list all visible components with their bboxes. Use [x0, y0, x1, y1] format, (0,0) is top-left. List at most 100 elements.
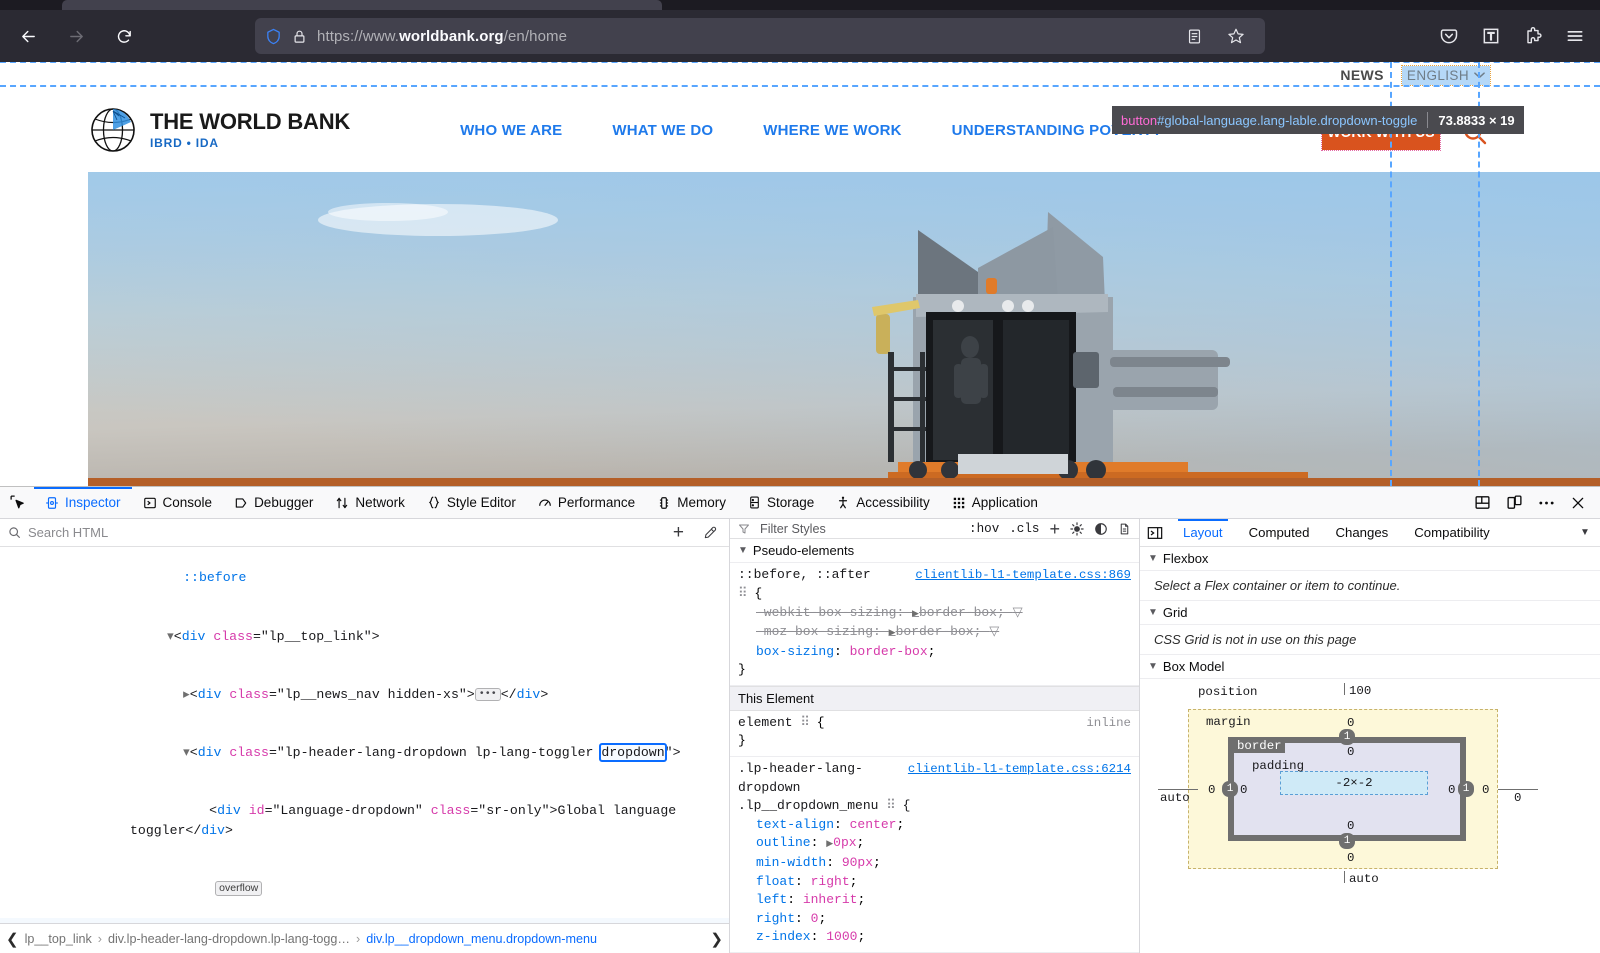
eyedropper-icon[interactable] [703, 526, 717, 540]
tab-storage[interactable]: Storage [737, 487, 825, 519]
add-node-button[interactable]: + [673, 523, 684, 542]
tab-memory[interactable]: Memory [646, 487, 737, 519]
rule-lp-dropdown-menu[interactable]: .lp-header-lang- clientlib-l1-template.c… [730, 757, 1139, 953]
cls-toggle-button[interactable]: .cls [1009, 522, 1039, 536]
hov-toggle-button[interactable]: :hov [969, 522, 999, 536]
tab-performance[interactable]: Performance [527, 487, 646, 519]
rule-selector[interactable]: ::before, ::after [738, 567, 871, 582]
declaration-box-sizing[interactable]: box-sizing: border-box; [738, 643, 1131, 662]
box-border-right[interactable]: 1 [1458, 781, 1474, 797]
back-button[interactable] [8, 16, 48, 56]
rule-selector-line2[interactable]: dropdown [738, 779, 1131, 798]
markup-line-sr-only[interactable]: <div id="Language-dropdown" class="sr-on… [0, 782, 729, 860]
declaration-float[interactable]: float: right; [738, 873, 1131, 892]
box-border-top[interactable]: 1 [1339, 729, 1355, 745]
rule-pseudo-before-after[interactable]: ::before, ::after clientlib-l1-template.… [730, 563, 1139, 686]
rule-source-link[interactable]: clientlib-l1-template.css:6214 [908, 760, 1131, 779]
markup-search-bar[interactable]: Search HTML + [0, 519, 729, 547]
box-model-section-header[interactable]: ▼ Box Model [1140, 655, 1600, 679]
responsive-design-mode-icon[interactable] [1498, 487, 1530, 519]
add-rule-button[interactable]: + [1049, 520, 1060, 538]
tab-compatibility[interactable]: Compatibility [1401, 519, 1503, 547]
rule-source-link[interactable]: clientlib-l1-template.css:869 [915, 566, 1131, 585]
pocket-icon[interactable] [1430, 18, 1468, 54]
url-bar[interactable]: https://www.worldbank.org/en/home [255, 18, 1265, 54]
expand-sidebar-icon[interactable] [1140, 526, 1170, 540]
tab-network[interactable]: Network [324, 487, 416, 519]
devtools-meatball-menu-icon[interactable] [1530, 487, 1562, 519]
tab-console[interactable]: Console [132, 487, 224, 519]
collapsed-children-icon[interactable]: ••• [475, 688, 501, 701]
markup-tree[interactable]: ::before ▾<div class="lp__top_link"> ▸<d… [0, 547, 729, 923]
declaration-z-index[interactable]: z-index: 1000; [738, 928, 1131, 947]
tab-layout[interactable]: Layout [1170, 519, 1236, 547]
declaration-moz-box-sizing[interactable]: -moz-box-sizing: ▶border-box; ▽ [738, 623, 1131, 643]
box-padding-bottom[interactable]: 0 [1347, 819, 1354, 833]
rule-grip-icon[interactable]: ⠿ [800, 715, 809, 730]
box-margin-top[interactable]: 0 [1347, 716, 1354, 730]
extensions-puzzle-icon[interactable] [1514, 18, 1552, 54]
breadcrumb-item-0[interactable]: lp__top_link [25, 932, 92, 946]
breadcrumb-scroll-left-icon[interactable]: ❮ [6, 930, 19, 948]
close-devtools-icon[interactable] [1562, 487, 1594, 519]
declaration-left[interactable]: left: inherit; [738, 891, 1131, 910]
rule-grip-icon[interactable]: ⠿ [886, 798, 895, 813]
twisty-open-icon[interactable]: ▼ [1148, 553, 1158, 564]
twisty-closed-icon[interactable]: ▸ [183, 687, 190, 702]
nav-item-what-we-do[interactable]: WHAT WE DO [612, 122, 713, 139]
nav-item-who-we-are[interactable]: WHO WE ARE [460, 122, 562, 139]
tab-application[interactable]: Application [941, 487, 1049, 519]
box-margin-left[interactable]: 0 [1208, 783, 1215, 797]
rule-selector[interactable]: element [738, 715, 793, 730]
filter-styles-input[interactable]: Filter Styles [760, 522, 959, 536]
breadcrumb-item-2[interactable]: div.lp__dropdown_menu.dropdown-menu [366, 932, 597, 946]
expand-shorthand-icon[interactable]: ▶ [889, 628, 896, 638]
rule-selector-line1[interactable]: .lp-header-lang- [738, 761, 863, 776]
markup-line-lang-dropdown[interactable]: ▾<div class="lp-header-lang-dropdown lp-… [0, 724, 729, 782]
twisty-open-icon[interactable]: ▾ [167, 629, 174, 644]
light-scheme-icon[interactable] [1070, 522, 1084, 536]
breadcrumb-item-1[interactable]: div.lp-header-lang-dropdown.lp-lang-togg… [108, 932, 350, 946]
box-content-area[interactable]: -2×-2 [1280, 771, 1428, 795]
rule-element-inline[interactable]: element ⠿ { inline } [730, 711, 1139, 757]
element-picker-icon[interactable] [0, 487, 34, 519]
box-padding-top[interactable]: 0 [1347, 745, 1354, 759]
highlighted-class-dropdown[interactable]: dropdown [601, 745, 664, 760]
reload-button[interactable] [104, 16, 144, 56]
box-border-bottom[interactable]: 1 [1339, 833, 1355, 849]
hamburger-menu-icon[interactable] [1556, 18, 1594, 54]
box-padding-right[interactable]: 0 [1448, 783, 1455, 797]
split-console-icon[interactable] [1466, 487, 1498, 519]
nav-item-where-we-work[interactable]: WHERE WE WORK [763, 122, 901, 139]
tab-style-editor[interactable]: Style Editor [416, 487, 527, 519]
grid-section-header[interactable]: ▼ Grid [1140, 601, 1600, 625]
box-position-right[interactable]: 0 [1514, 791, 1521, 805]
markup-line-before[interactable]: ::before [0, 549, 729, 607]
markup-line-top-link[interactable]: ▾<div class="lp__top_link"> [0, 607, 729, 665]
tracking-protection-shield-icon[interactable] [265, 28, 282, 45]
markup-line-button-open[interactable]: ▾<button id="global-language" class="lan… [0, 918, 729, 923]
tab-inspector[interactable]: Inspector [34, 487, 132, 519]
dark-scheme-icon[interactable] [1094, 522, 1108, 536]
box-position-bottom[interactable]: auto [1349, 872, 1379, 886]
bookmark-star-icon[interactable] [1227, 27, 1245, 45]
chevron-down-icon[interactable]: ▼ [1570, 527, 1600, 538]
twisty-open-icon[interactable]: ▼ [1148, 607, 1158, 618]
box-margin-bottom[interactable]: 0 [1347, 851, 1354, 865]
tab-changes[interactable]: Changes [1322, 519, 1401, 547]
flexbox-section-header[interactable]: ▼ Flexbox [1140, 547, 1600, 571]
rule-selector-line3[interactable]: .lp__dropdown_menu ⠿ { [738, 797, 1131, 816]
box-padding-left[interactable]: 0 [1240, 783, 1247, 797]
tab-accessibility[interactable]: Accessibility [825, 487, 941, 519]
declaration-webkit-box-sizing[interactable]: -webkit-box-sizing: ▶border-box; ▽ [738, 604, 1131, 624]
tab-debugger[interactable]: Debugger [223, 487, 324, 519]
search-html-input[interactable]: Search HTML [28, 525, 666, 540]
box-model-diagram[interactable]: position 100 margin 0 0 0 0 -2×-2 [1140, 679, 1600, 909]
worldbank-logo[interactable]: THE WORLD BANK IBRD • IDA [88, 105, 350, 155]
declaration-outline[interactable]: outline: ▶0px; [738, 834, 1131, 854]
padlock-icon[interactable] [292, 28, 307, 45]
twisty-open-icon[interactable]: ▼ [738, 545, 748, 556]
news-link[interactable]: NEWS [1340, 67, 1384, 83]
language-dropdown-toggle[interactable]: ENGLISH [1402, 66, 1490, 85]
markup-line-news-nav[interactable]: ▸<div class="lp__news_nav hidden-xs">•••… [0, 665, 729, 723]
